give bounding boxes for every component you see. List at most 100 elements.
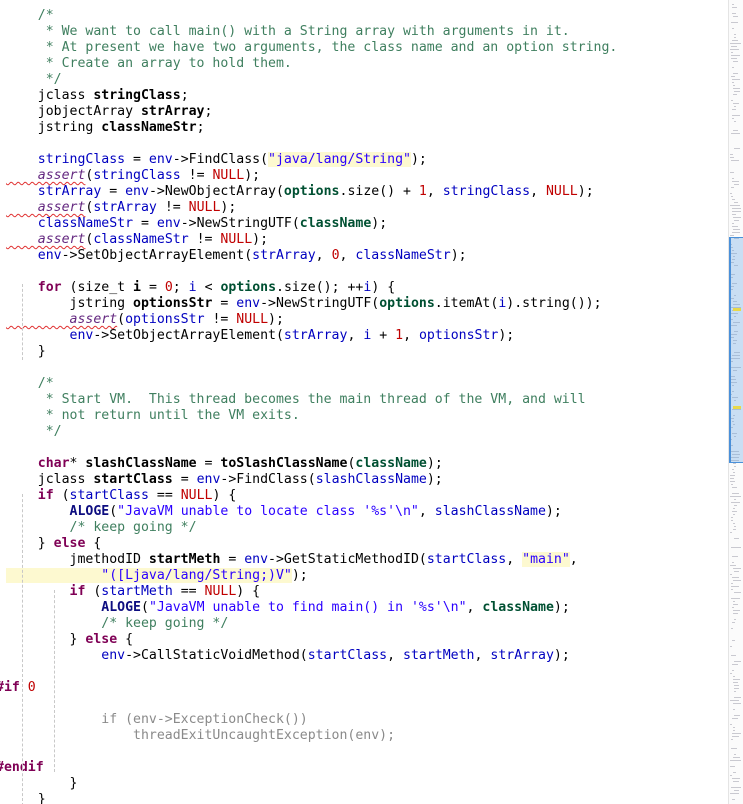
code-line[interactable]: #if 0	[0, 680, 36, 696]
code-line[interactable]: } else {	[6, 536, 102, 552]
minimap-line	[733, 703, 741, 704]
code-line[interactable]: ALOGE("JavaVM unable to locate class '%s…	[6, 504, 562, 520]
code-editor[interactable]: /* * We want to call main() with a Strin…	[0, 0, 728, 804]
code-line[interactable]: /* keep going */	[6, 616, 228, 632]
code-token: startMeth	[148, 552, 221, 567]
code-line[interactable]: * We want to call main() with a String a…	[6, 24, 570, 40]
minimap-line	[734, 505, 737, 506]
code-token: );	[498, 328, 515, 343]
code-line[interactable]: jstring optionsStr = env->NewStringUTF(o…	[6, 296, 602, 312]
code-line[interactable]: char* slashClassName = toSlashClassName(…	[6, 456, 443, 472]
minimap-line	[733, 529, 736, 530]
code-line[interactable]: } else {	[6, 632, 134, 648]
code-line[interactable]: assert(optionsStr != NULL);	[6, 312, 284, 328]
occurrence-marker[interactable]	[733, 406, 741, 409]
code-token: "JavaVM unable to locate class '%s'\n"	[117, 504, 419, 519]
code-token: i	[133, 280, 141, 295]
code-token: i	[188, 280, 197, 295]
minimap-line	[730, 49, 739, 50]
minimap-line	[732, 214, 736, 215]
code-token: strArray	[283, 328, 348, 343]
code-token: * We want to call main() with a String a…	[6, 24, 570, 39]
code-line[interactable]: if (env->ExceptionCheck())	[6, 712, 307, 728]
code-line[interactable]: "([Ljava/lang/String;)V");	[6, 568, 308, 584]
minimap-line	[733, 16, 738, 17]
code-token: /*	[6, 376, 54, 391]
minimap-viewport[interactable]	[729, 237, 743, 463]
code-line[interactable]: }	[6, 776, 78, 792]
code-line[interactable]: jmethodID startMeth = env->GetStaticMeth…	[6, 552, 578, 568]
code-line[interactable]: }	[6, 344, 46, 360]
minimap-line	[733, 682, 738, 683]
code-line[interactable]: assert(stringClass != NULL);	[6, 168, 260, 184]
code-token: NULL	[204, 584, 237, 599]
code-line[interactable]: jclass startClass = env->FindClass(slash…	[6, 472, 443, 488]
code-token: jstring	[6, 120, 102, 135]
code-token: /*	[6, 8, 54, 23]
minimap-line	[731, 100, 733, 101]
code-token: assert	[6, 168, 86, 183]
code-line[interactable]: */	[6, 72, 62, 88]
minimap-line	[730, 724, 732, 725]
code-line[interactable]: /*	[6, 8, 54, 24]
occurrence-marker[interactable]	[733, 308, 741, 311]
code-token: env	[236, 296, 261, 311]
minimap-line	[732, 607, 734, 608]
code-token: ,	[418, 504, 435, 519]
code-token: );	[291, 568, 308, 583]
code-line[interactable]: }	[6, 792, 46, 804]
code-token: ;	[172, 280, 189, 295]
code-token: /* keep going */	[6, 520, 197, 535]
code-line[interactable]: if (startClass == NULL) {	[6, 488, 237, 504]
code-line[interactable]: ALOGE("JavaVM unable to find main() in '…	[6, 600, 570, 616]
code-line[interactable]: threadExitUncaughtException(env);	[6, 728, 395, 744]
code-token: startClass	[307, 648, 388, 663]
minimap-line	[734, 466, 736, 467]
code-token: * At present we have two arguments, the …	[6, 40, 618, 55]
code-line[interactable]: strArray = env->NewObjectArray(options.s…	[6, 184, 594, 200]
code-line[interactable]: assert(strArray != NULL);	[6, 200, 237, 216]
code-line[interactable]: jclass stringClass;	[6, 88, 189, 104]
code-token: else	[53, 536, 86, 551]
code-token: =	[133, 216, 157, 231]
code-line[interactable]: assert(classNameStr != NULL);	[6, 232, 268, 248]
code-line[interactable]: if (startMeth == NULL) {	[6, 584, 261, 600]
minimap-line	[732, 7, 737, 8]
minimap-line	[733, 679, 740, 680]
code-token: 0	[331, 248, 340, 263]
overview-ruler[interactable]	[728, 0, 743, 804]
code-token: );	[577, 184, 594, 199]
code-line[interactable]: stringClass = env->FindClass("java/lang/…	[6, 152, 427, 168]
code-line[interactable]: for (size_t i = 0; i < options.size(); +…	[6, 280, 395, 296]
code-token: classNameStr	[101, 120, 197, 135]
code-line[interactable]: * Create an array to hold them.	[6, 56, 292, 72]
code-line[interactable]: env->CallStaticVoidMethod(startClass, st…	[6, 648, 570, 664]
minimap-line	[732, 211, 741, 212]
code-line[interactable]: jstring classNameStr;	[6, 120, 205, 136]
minimap-line	[730, 205, 740, 206]
code-line[interactable]: /*	[6, 376, 54, 392]
code-line[interactable]: jobjectArray strArray;	[6, 104, 213, 120]
code-token: .itemAt(	[434, 296, 499, 311]
code-line[interactable]: * Start VM. This thread becomes the main…	[6, 392, 586, 408]
code-line[interactable]: env->SetObjectArrayElement(strArray, i +…	[6, 328, 515, 344]
code-token: ;	[204, 104, 213, 119]
code-line[interactable]: env->SetObjectArrayElement(strArray, 0, …	[6, 248, 467, 264]
code-line[interactable]: classNameStr = env->NewStringUTF(classNa…	[6, 216, 387, 232]
minimap-line	[734, 220, 739, 221]
code-token: );	[426, 472, 443, 487]
minimap-line	[733, 709, 735, 710]
code-token: <	[196, 280, 221, 295]
code-token: assert	[6, 200, 86, 215]
code-line[interactable]: /* keep going */	[6, 520, 197, 536]
code-line[interactable]: * At present we have two arguments, the …	[6, 40, 618, 56]
minimap-line	[733, 94, 737, 95]
code-token: classNameStr	[355, 248, 451, 263]
minimap-line	[733, 676, 735, 677]
code-token: NULL	[212, 168, 245, 183]
code-line[interactable]: * not return until the VM exits.	[6, 408, 300, 424]
code-token: ->NewStringUTF(	[260, 296, 380, 311]
minimap-line	[733, 61, 738, 62]
code-token: );	[545, 504, 562, 519]
code-line[interactable]: */	[6, 424, 62, 440]
